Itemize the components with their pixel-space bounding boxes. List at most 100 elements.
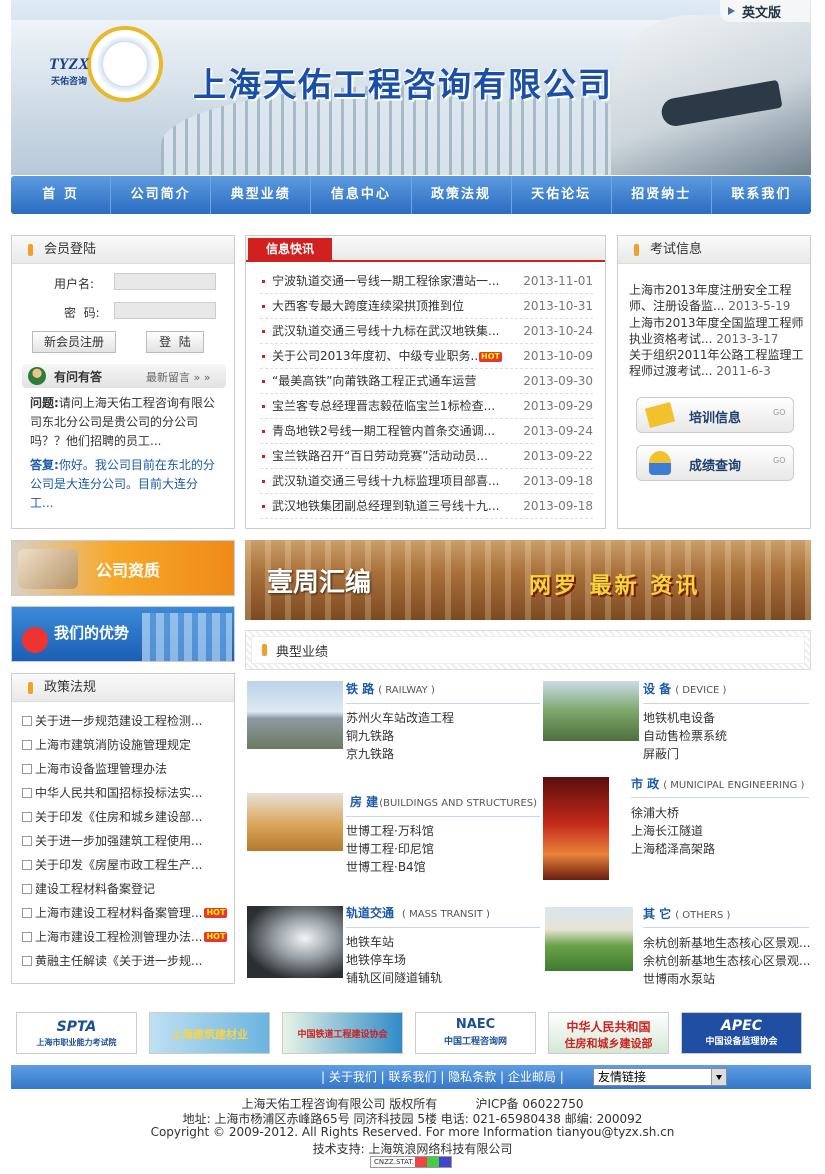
policy-item[interactable]: 上海市设备监理管理办法 [22,757,232,781]
transit-heading[interactable]: 轨道交通 ( MASS TRANSIT ) [346,904,490,921]
weekly-digest-banner[interactable]: 壹周汇编 网罗 最新 资讯 [245,540,811,620]
buildings-heading[interactable]: 房 建(BUILDINGS AND STRUCTURES) [350,793,537,810]
news-item[interactable]: 关于公司2013年度初、中级专业职务... HOT 2013-10-09 [260,344,593,369]
password-input[interactable] [114,302,216,319]
login-button[interactable]: 登 陆 [146,331,204,353]
buildings-item[interactable]: 世博工程·B4馆 [346,858,426,876]
partner-logo-naec[interactable]: NAEC 中国工程咨询网 [415,1012,536,1054]
register-button[interactable]: 新会员注册 [32,331,116,353]
nav-item-info[interactable]: 信息中心 [311,176,412,214]
others-project-image[interactable] [545,907,633,971]
friend-links-select[interactable]: 友情链接 [593,1068,727,1086]
nav-item-contact[interactable]: 联系我们 [712,176,811,214]
qa-title: 有问有答 [54,370,103,384]
device-title: 设 备 [643,682,672,696]
partner-logo-apec[interactable]: APEC 中国设备监理协会 [681,1012,802,1054]
policy-item[interactable]: 上海市建设工程检测管理办法... HOT [22,925,232,949]
query-icon [649,451,671,475]
transit-item[interactable]: 铺轨区间隧道铺轨 [346,969,442,987]
qa-answer[interactable]: 答复:你好。我公司目前在东北的分公司是大连分公司。目前大连分工... [30,456,220,513]
news-item[interactable]: 青岛地铁2号线一期工程管内首条交通调... 2013-09-24 [260,419,593,444]
buildings-project-image[interactable] [247,793,343,851]
nav-item-jobs[interactable]: 招贤纳士 [612,176,712,214]
cnzz-stat-badge[interactable]: CNZZ.STAT. [370,1156,452,1168]
chevron-down-icon [716,1075,722,1080]
policy-item[interactable]: 关于进一步规范建设工程检测... [22,709,232,733]
nav-item-home[interactable]: 首 页 [11,176,112,214]
device-item[interactable]: 屏蔽门 [643,745,679,763]
news-item-date: 2013-09-18 [523,499,593,513]
policy-item[interactable]: 关于进一步加强建筑工程使用... [22,829,232,853]
policy-item[interactable]: 关于印发《住房和城乡建设部... [22,805,232,829]
nav-item-projects[interactable]: 典型业绩 [211,176,312,214]
device-item[interactable]: 自动售检票系统 [643,727,727,745]
partner-logo-mohurd[interactable]: 中华人民共和国 住房和城乡建设部 [548,1012,669,1054]
railway-project-image[interactable] [247,681,343,749]
english-version-link[interactable]: 英文版 [720,0,810,22]
nav-item-forum[interactable]: 天佑论坛 [512,176,612,214]
municipal-project-image[interactable] [543,777,609,880]
footer-links[interactable]: | 关于我们 | 联系我们 | 隐私条款 | 企业邮局 | [321,1065,564,1089]
exam-item[interactable]: 上海市2013年度注册安全工程师、注册设备监... 2013-5-19 [629,282,805,314]
news-item[interactable]: “最美高铁”向莆铁路工程正式通车运营 2013-09-30 [260,369,593,394]
partner-logo-railway-assoc[interactable]: 中国铁道工程建设协会 [282,1012,403,1054]
handshake-image [18,549,78,589]
railway-item[interactable]: 京九铁路 [346,745,394,763]
news-item[interactable]: 武汉轨道交通三号线十九标监理项目部喜... 2013-09-18 [260,469,593,494]
device-project-image[interactable] [543,681,639,741]
partner-logo-spta[interactable]: SPTA 上海市职业能力考试院 [16,1012,137,1054]
municipal-item[interactable]: 上海嵇泽高架路 [631,840,715,858]
buildings-item[interactable]: 世博工程·万科馆 [346,822,434,840]
others-item[interactable]: 世博雨水泵站 [643,970,715,988]
latest-messages-link[interactable]: 最新留言 » » [146,369,210,385]
exam-item[interactable]: 上海市2013年度全国监理工程师执业资格考试... 2013-3-17 [629,315,805,347]
policy-item[interactable]: 上海市建设工程材料备案管理... HOT [22,901,232,925]
our-advantages-banner[interactable]: 我们的优势 [11,606,235,662]
transit-project-image[interactable] [247,906,343,978]
nav-item-about[interactable]: 公司简介 [111,176,212,214]
company-qualification-banner[interactable]: 公司资质 [11,540,235,596]
policy-item[interactable]: 中华人民共和国招标投标法实... [22,781,232,805]
qa-question[interactable]: 问题:请问上海天佑工程咨询有限公司东北分公司是贵公司的分公司吗？？他们招聘的员工… [30,394,220,451]
policy-item[interactable]: 关于印发《房屋市政工程生产... [22,853,232,877]
training-info-button[interactable]: 培训信息 GO [636,397,794,433]
others-item[interactable]: 余杭创新基地生态核心区景观... [643,952,810,970]
company-logo[interactable]: TYZX 天佑咨询 [49,26,169,106]
news-item[interactable]: 宁波轨道交通一号线一期工程徐家漕站一... 2013-11-01 [260,269,593,294]
railway-heading[interactable]: 铁 路( RAILWAY ) [346,680,435,697]
railway-item[interactable]: 苏州火车站改造工程 [346,709,454,727]
policy-item[interactable]: 上海市建筑消防设施管理规定 [22,733,232,757]
news-tab[interactable]: 信息快讯 [248,238,332,260]
railway-item[interactable]: 铜九铁路 [346,727,394,745]
transit-item[interactable]: 地铁车站 [346,933,394,951]
municipal-heading[interactable]: 市 政( MUNICIPAL ENGINEERING ) [631,775,804,792]
exam-item[interactable]: 关于组织2011年公路工程监理工程师过渡考试... 2011-6-3 [629,347,805,379]
news-item-title: 关于公司2013年度初、中级专业职务... [272,349,482,363]
username-input[interactable] [114,273,216,290]
municipal-item[interactable]: 徐浦大桥 [631,804,679,822]
advantages-label: 我们的优势 [54,624,130,642]
buildings-item[interactable]: 世博工程·印尼馆 [346,840,434,858]
municipal-item[interactable]: 上海长江隧道 [631,822,703,840]
news-item[interactable]: 宝兰客专总经理晋志毅莅临宝兰1标检查... 2013-09-29 [260,394,593,419]
news-item-date: 2013-09-30 [523,374,593,388]
transit-item[interactable]: 地铁停车场 [346,951,406,969]
score-query-button[interactable]: 成绩查询 GO [636,445,794,481]
policy-item[interactable]: 建设工程材料备案登记 [22,877,232,901]
news-item[interactable]: 武汉轨道交通三号线十九标在武汉地铁集... 2013-10-24 [260,319,593,344]
policy-panel: 政策法规 关于进一步规范建设工程检测... 上海市建筑消防设施管理规定 上海市设备监… [11,673,235,984]
others-item[interactable]: 余杭创新基地生态核心区景观... [643,934,810,952]
news-item[interactable]: 大西客专最大跨度连续梁拱顶推到位 2013-10-31 [260,294,593,319]
partner-logo-shanghai-building[interactable]: 上海建筑建材业 [149,1012,270,1054]
device-item[interactable]: 地铁机电设备 [643,709,715,727]
news-item[interactable]: 武汉地铁集团副总经理到轨道三号线十九... 2013-09-18 [260,494,593,519]
news-item[interactable]: 宝兰铁路召开“百日劳动竞赛”活动动员... 2013-09-22 [260,444,593,469]
others-heading[interactable]: 其 它( OTHERS ) [643,905,730,922]
nav-item-policy[interactable]: 政策法规 [412,176,512,214]
news-panel: 信息快讯 宁波轨道交通一号线一期工程徐家漕站一... 2013-11-01 大西客专… [245,235,606,529]
device-heading[interactable]: 设 备( DEVICE ) [643,680,726,697]
news-item-title: 武汉地铁集团副总经理到轨道三号线十九... [272,499,500,513]
divider [631,797,809,798]
go-label: GO [773,456,786,465]
policy-item[interactable]: 黄融主任解读《关于进一步规... [22,949,232,973]
